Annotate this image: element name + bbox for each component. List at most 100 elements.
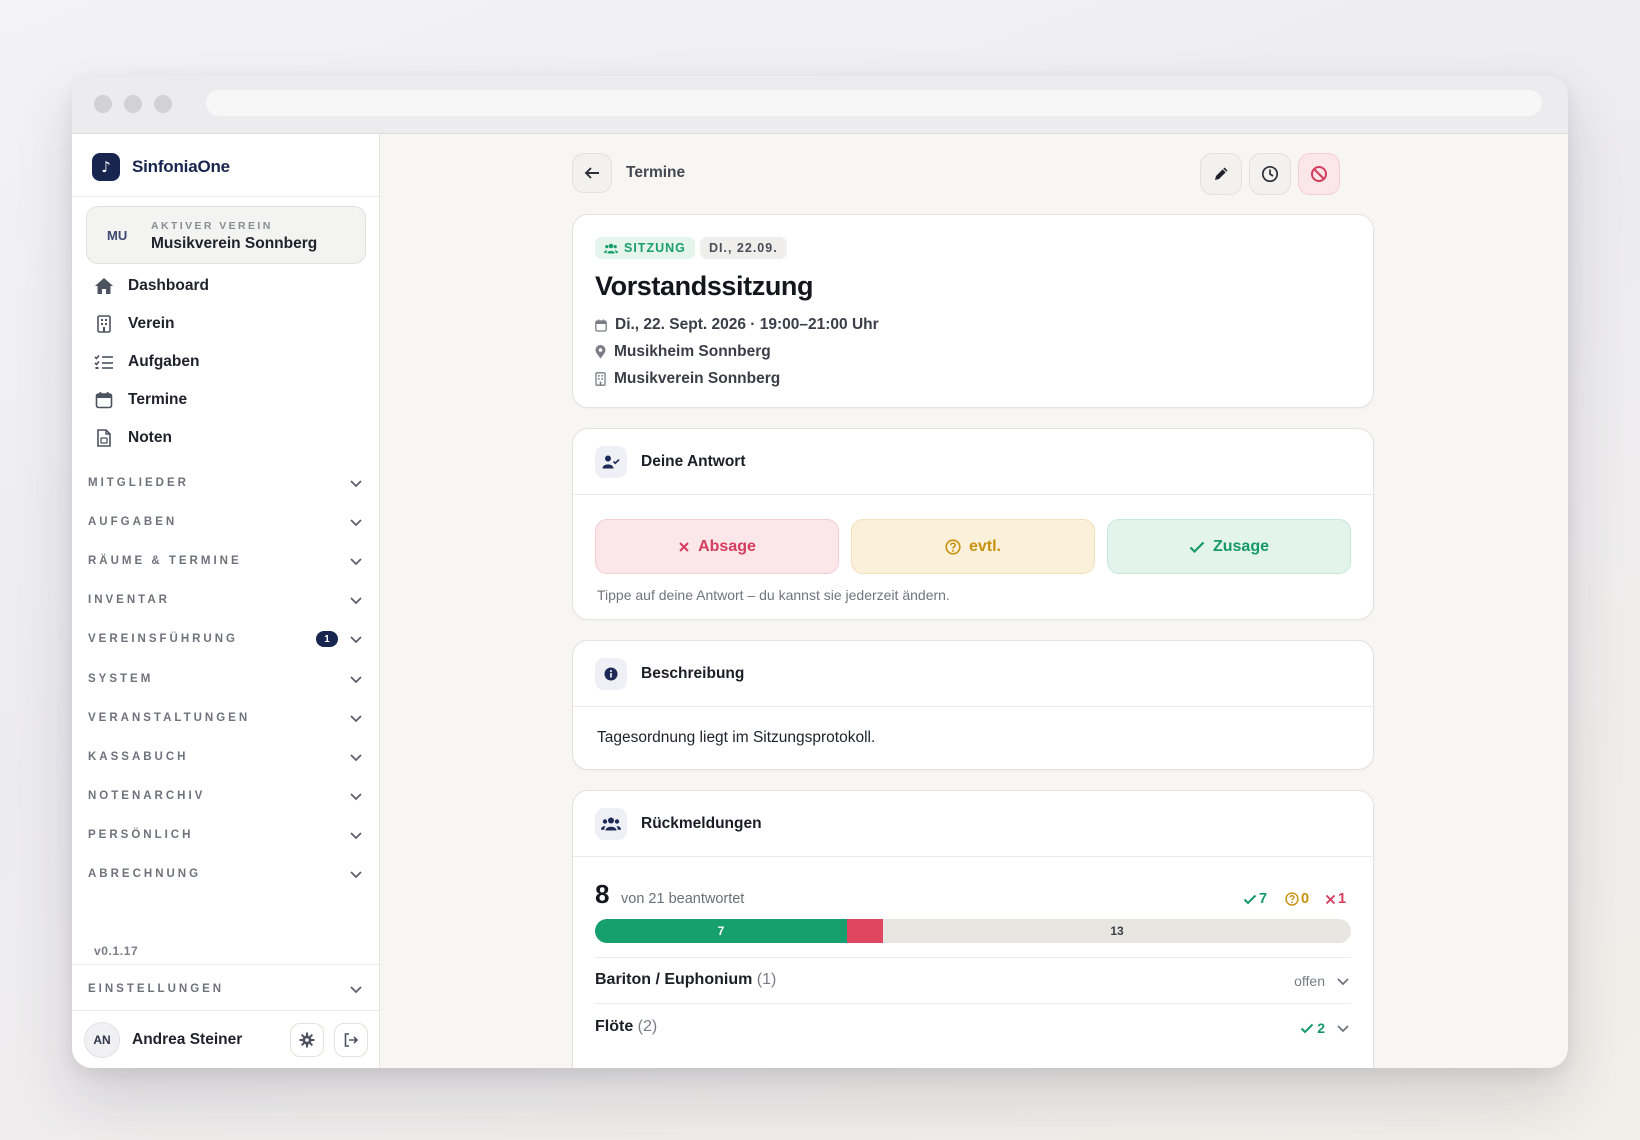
decline-button[interactable]: Absage (595, 519, 839, 574)
question-circle-icon (1285, 892, 1299, 906)
clock-icon (1261, 165, 1279, 183)
building-icon (94, 314, 114, 334)
check-icon (1300, 1023, 1314, 1033)
address-bar[interactable] (206, 90, 1542, 116)
group-inventar[interactable]: INVENTAR (88, 589, 364, 611)
event-location: Musikheim Sonnberg (595, 342, 771, 362)
group-abrechnung[interactable]: ABRECHNUNG (88, 863, 364, 885)
active-club-card[interactable]: MU AKTIVER VEREIN Musikverein Sonnberg (86, 206, 366, 264)
group-name-text: Flöte (595, 1018, 634, 1035)
group-label: MITGLIEDER (88, 477, 189, 489)
history-button[interactable] (1249, 153, 1291, 195)
event-location-text: Musikheim Sonnberg (614, 343, 771, 360)
cancel-event-button[interactable] (1298, 153, 1340, 195)
notification-badge: 1 (316, 631, 338, 647)
arrow-left-icon (584, 167, 599, 179)
calendar-icon (94, 390, 114, 410)
map-pin-icon (595, 345, 606, 359)
response-card-header: Deine Antwort (573, 429, 1373, 495)
chevron-down-icon (350, 986, 362, 994)
yes-count: 7 (1259, 891, 1268, 907)
window-maximize-dot[interactable] (154, 95, 172, 113)
ban-icon (1311, 166, 1327, 182)
description-card-title: Beschreibung (641, 665, 745, 682)
event-date-badge: DI., 22.09. (700, 237, 787, 259)
nav-item-label: Noten (128, 429, 172, 446)
nav-item-aufgaben[interactable]: Aufgaben (94, 348, 199, 376)
user-row: AN Andrea Steiner (84, 1020, 368, 1062)
no-stat: 1 (1325, 891, 1346, 907)
pencil-icon (1215, 167, 1228, 180)
edit-button[interactable] (1200, 153, 1242, 195)
description-card: Beschreibung Tagesordnung liegt im Sitzu… (572, 640, 1374, 770)
group-veranstaltungen[interactable]: VERANSTALTUNGEN (88, 707, 364, 729)
group-name-text: Bariton / Euphonium (595, 971, 753, 988)
group-kassabuch[interactable]: KASSABUCH (88, 746, 364, 768)
group-aufgaben[interactable]: AUFGABEN (88, 511, 364, 533)
group-label: ABRECHNUNG (88, 868, 202, 880)
chevron-down-icon (350, 636, 362, 644)
back-button[interactable] (572, 153, 612, 193)
response-group-name: Flöte (2) (595, 1018, 657, 1036)
group-member-count: (2) (637, 1018, 658, 1035)
info-icon (595, 658, 627, 690)
response-group-name: Bariton / Euphonium (1) (595, 971, 776, 989)
window-close-dot[interactable] (94, 95, 112, 113)
maybe-button[interactable]: evtl. (851, 519, 1095, 574)
club-card-name: Musikverein Sonnberg (151, 235, 318, 252)
brand-name: SinfoniaOne (132, 157, 230, 176)
response-group-row[interactable]: Bariton / Euphonium (1) offen (595, 969, 1351, 993)
chevron-down-icon (350, 832, 362, 840)
nav-item-label: Verein (128, 315, 175, 332)
logout-button[interactable] (334, 1023, 368, 1057)
answered-label: von 21 beantwortet (621, 891, 745, 907)
chevron-down-icon (350, 754, 362, 762)
response-progress-bar: 7 13 (595, 919, 1351, 943)
bar-yes-label: 7 (717, 924, 725, 938)
event-card: SITZUNG DI., 22.09. Vorstandssitzung Di.… (572, 214, 1374, 408)
event-organizer: Musikverein Sonnberg (595, 369, 780, 389)
window-minimize-dot[interactable] (124, 95, 142, 113)
accept-button[interactable]: Zusage (1107, 519, 1351, 574)
x-icon (1325, 894, 1336, 904)
group-persoenlich[interactable]: PERSÖNLICH (88, 824, 364, 846)
event-datetime-text: Di., 22. Sept. 2026 · 19:00–21:00 Uhr (615, 316, 879, 333)
event-title: Vorstandssitzung (595, 271, 814, 301)
group-einstellungen[interactable]: EINSTELLUNGEN (88, 978, 364, 1000)
chevron-down-icon (350, 676, 362, 684)
group-vereinsfuehrung[interactable]: VEREINSFÜHRUNG 1 (88, 628, 364, 650)
response-card: Deine Antwort Absage evtl. Zusage Tippe … (572, 428, 1374, 620)
group-mitglieder[interactable]: MITGLIEDER (88, 472, 364, 494)
chevron-down-icon (1337, 978, 1349, 986)
chevron-down-icon (350, 793, 362, 801)
list-check-icon (94, 352, 114, 372)
nav-item-label: Termine (128, 391, 188, 408)
group-label: KASSABUCH (88, 751, 189, 763)
group-label: AUFGABEN (88, 516, 178, 528)
group-notenarchiv[interactable]: NOTENARCHIV (88, 785, 364, 807)
brand[interactable]: ♪ SinfoniaOne (92, 152, 230, 182)
group-raeume-termine[interactable]: RÄUME & TERMINE (88, 550, 364, 572)
nav-item-termine[interactable]: Termine (94, 386, 187, 414)
nav-item-noten[interactable]: Noten (94, 424, 172, 452)
group-system[interactable]: SYSTEM (88, 668, 364, 690)
event-datetime: Di., 22. Sept. 2026 · 19:00–21:00 Uhr (595, 315, 879, 335)
x-icon (679, 541, 689, 552)
avatar[interactable]: AN (84, 1022, 120, 1058)
main-content: Termine SITZUNG DI., 22.09. Vorstandssit… (380, 134, 1568, 1068)
group-label: PERSÖNLICH (88, 829, 194, 841)
logout-icon (344, 1033, 359, 1047)
nav-item-dashboard[interactable]: Dashboard (94, 272, 209, 300)
home-icon (94, 276, 114, 296)
description-card-header: Beschreibung (573, 641, 1373, 707)
nav-item-verein[interactable]: Verein (94, 310, 175, 338)
breadcrumb[interactable]: Termine (626, 164, 685, 182)
settings-button[interactable] (290, 1023, 324, 1057)
bar-segment-open: 13 (883, 919, 1351, 943)
response-card-title: Deine Antwort (641, 453, 746, 470)
response-group-row[interactable]: Flöte (2) 2 (595, 1016, 1351, 1040)
group-label: INVENTAR (88, 594, 170, 606)
feedback-card-header: Rückmeldungen (573, 791, 1373, 857)
club-card-label: AKTIVER VEREIN (151, 220, 273, 232)
bar-open-label: 13 (1110, 924, 1124, 938)
